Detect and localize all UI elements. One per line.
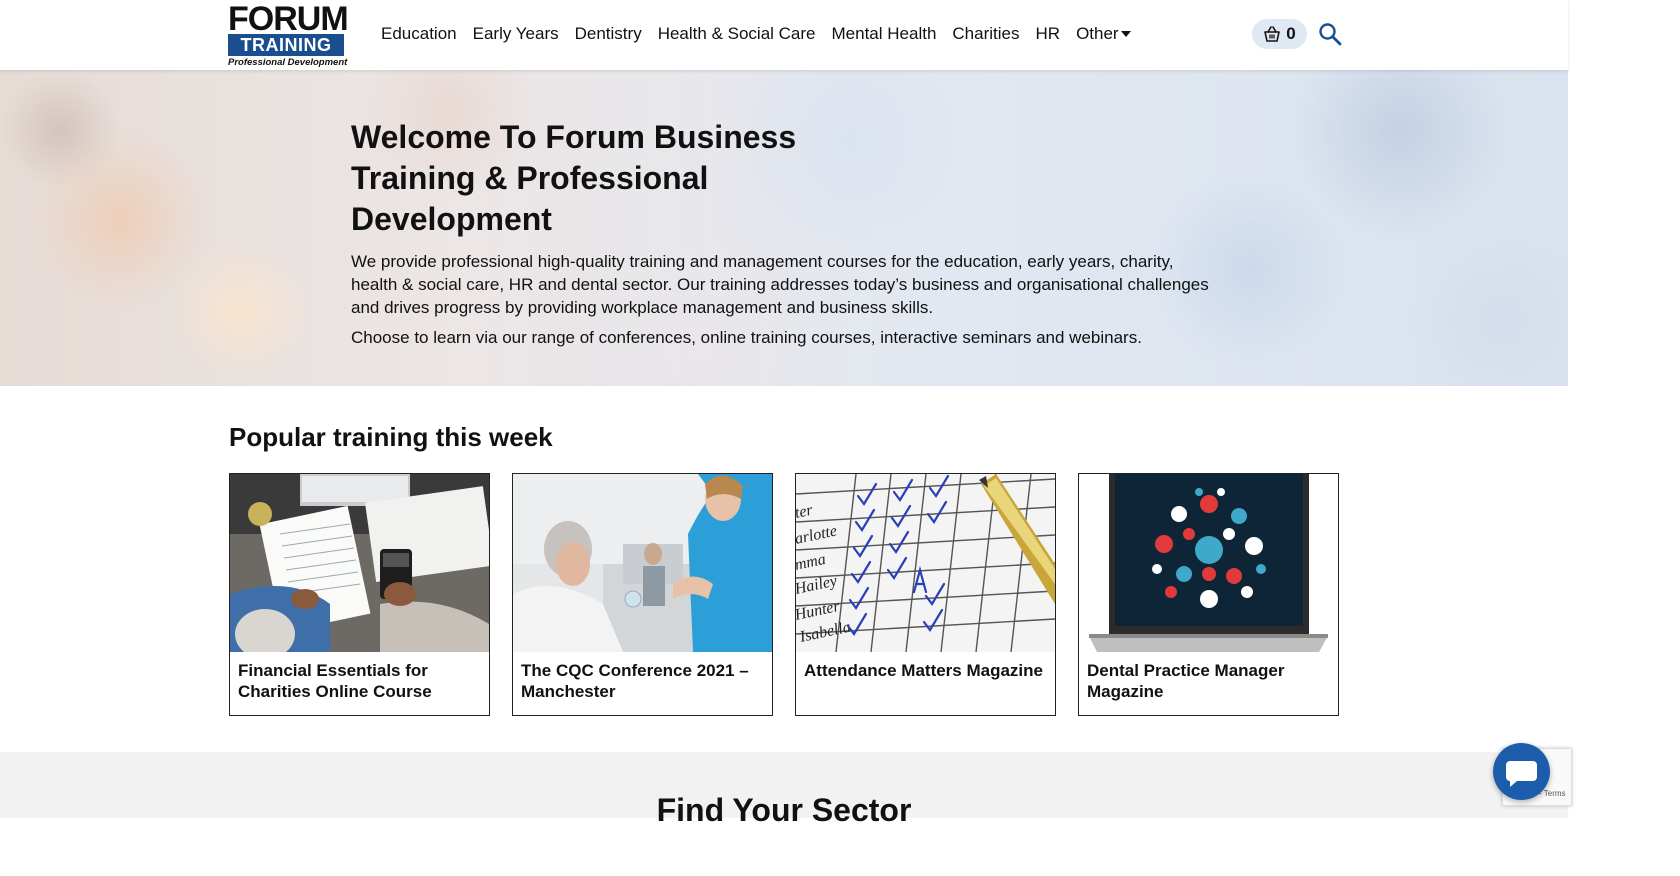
logo-line-1: FORUM: [228, 0, 349, 38]
nav-other-dropdown[interactable]: Other: [1076, 23, 1131, 45]
find-sector-heading: Find Your Sector: [656, 792, 912, 828]
course-card-title: Dental Practice Manager Magazine: [1087, 661, 1285, 701]
nav-mental-health[interactable]: Mental Health: [832, 23, 937, 45]
course-card-attendance-matters[interactable]: ter arlotte mma Hailey Hunter Isabella A…: [795, 473, 1056, 716]
nav-education[interactable]: Education: [381, 23, 457, 45]
logo-line-2: TRAINING: [228, 34, 344, 56]
nav-health-social-care[interactable]: Health & Social Care: [658, 23, 816, 45]
course-card-title: The CQC Conference 2021 – Manchester: [521, 661, 749, 701]
chat-launcher-button[interactable]: [1493, 743, 1550, 800]
nav-charities[interactable]: Charities: [952, 23, 1019, 45]
nav-dentistry[interactable]: Dentistry: [575, 23, 642, 45]
main-nav: Education Early Years Dentistry Health &…: [381, 23, 1147, 45]
course-card-title: Attendance Matters Magazine: [804, 661, 1043, 680]
cart-button[interactable]: 0: [1252, 19, 1307, 49]
hero-secondary-text: Choose to learn via our range of confere…: [351, 328, 1142, 347]
site-logo[interactable]: FORUM TRAINING Professional Development: [228, 0, 349, 68]
popular-heading: Popular training this week: [229, 422, 553, 452]
course-image-finance: [230, 474, 489, 652]
nav-early-years[interactable]: Early Years: [473, 23, 559, 45]
course-card-cqc-conference[interactable]: The CQC Conference 2021 – Manchester: [512, 473, 773, 716]
nav-other-label: Other: [1076, 24, 1119, 43]
basket-icon: [1264, 26, 1281, 42]
logo-line-3: Professional Development: [228, 57, 348, 68]
course-card-title: Financial Essentials for Charities Onlin…: [238, 661, 432, 701]
search-icon[interactable]: [1318, 22, 1342, 46]
nav-hr[interactable]: HR: [1036, 23, 1061, 45]
course-card-dental-practice-manager[interactable]: Dental Practice Manager Magazine: [1078, 473, 1339, 716]
cart-count: 0: [1286, 24, 1296, 43]
course-image-attendance: ter arlotte mma Hailey Hunter Isabella: [796, 474, 1055, 652]
hero-intro-text: We provide professional high-quality tra…: [351, 252, 1209, 317]
site-header: FORUM TRAINING Professional Development …: [0, 0, 1568, 70]
course-image-cqc: [513, 474, 772, 652]
course-image-dental: [1079, 474, 1338, 652]
course-card-financial-essentials[interactable]: Financial Essentials for Charities Onlin…: [229, 473, 490, 716]
chat-bubble-icon: [1506, 761, 1537, 787]
hero-title: Welcome To Forum Business Training & Pro…: [351, 119, 797, 237]
caret-down-icon: [1120, 31, 1131, 37]
